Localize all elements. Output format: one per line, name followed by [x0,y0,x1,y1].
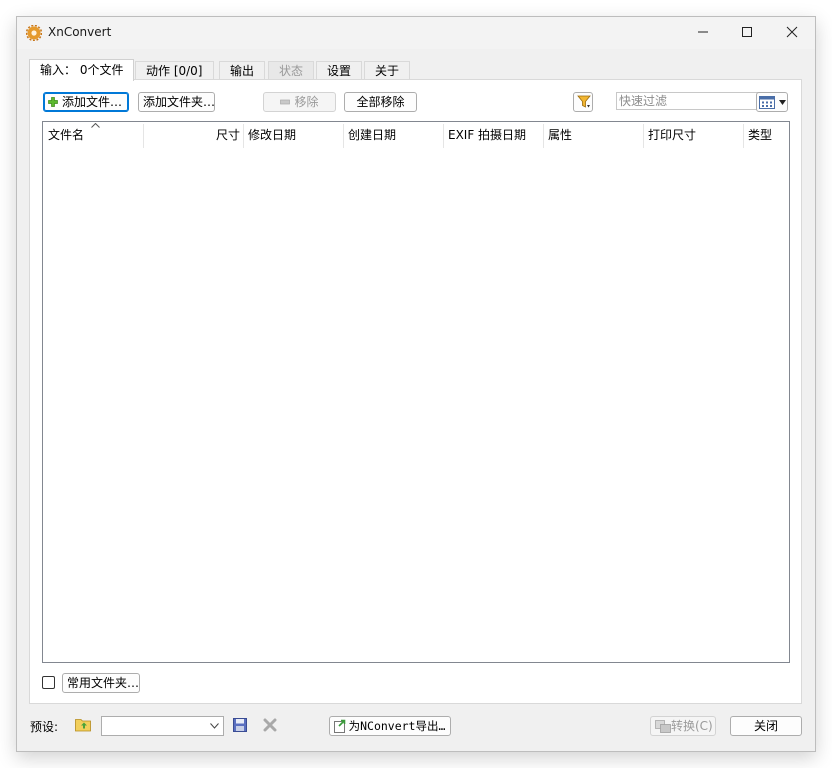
add-files-button[interactable]: 添加文件… [43,92,129,112]
column-header-size[interactable]: 尺寸 [143,122,240,148]
add-files-label: 添加文件… [61,95,122,109]
column-divider[interactable] [343,124,344,148]
column-divider[interactable] [443,124,444,148]
title-bar[interactable]: XnConvert [17,17,815,49]
floppy-disk-icon[interactable] [233,718,247,732]
close-label: 关闭 [753,719,778,733]
remove-all-label: 全部移除 [356,95,405,109]
minus-icon [280,99,290,105]
tab-status[interactable]: 状态 [268,61,315,80]
preset-label: 预设: [30,720,59,734]
convert-icon [655,720,671,733]
tab-actions[interactable]: 动作 [0/0] [135,61,214,80]
column-divider[interactable] [643,124,644,148]
export-icon [334,719,346,733]
column-header-exif-date[interactable]: EXIF 拍摄日期 [448,122,526,148]
green-plus-icon [48,97,58,107]
add-folder-label: 添加文件夹… [143,95,216,109]
preset-combobox[interactable] [101,716,224,736]
column-header-modified-date[interactable]: 修改日期 [248,122,296,148]
close-icon [786,26,798,38]
bottom-bar: 预设: 为NConvert导出… 转换(C) 关闭 [17,707,815,747]
chevron-down-icon [779,100,786,105]
xnconvert-window: XnConvert 输入： 0个文件 动作 [0/0] 输出 状态 设置 关于 … [16,16,816,752]
file-list[interactable]: 文件名 尺寸 修改日期 创建日期 EXIF 拍摄日期 属性 打印尺寸 类型 [42,121,790,663]
tab-settings[interactable]: 设置 [316,61,363,80]
minimize-icon [698,31,708,33]
favorite-folders-button[interactable]: 常用文件夹… [62,673,140,693]
funnel-icon [577,95,591,108]
add-folder-button[interactable]: 添加文件夹… [138,92,215,112]
column-divider[interactable] [743,124,744,148]
favorite-folders-checkbox[interactable] [42,676,55,689]
tab-input[interactable]: 输入： 0个文件 [29,59,135,81]
column-header-type[interactable]: 类型 [748,122,772,148]
close-window-button[interactable] [769,17,815,49]
remove-label: 移除 [294,95,319,109]
remove-button[interactable]: 移除 [263,92,336,112]
filter-button[interactable] [573,92,593,112]
favorite-folders-label: 常用文件夹… [67,676,140,690]
close-button[interactable]: 关闭 [730,716,802,736]
remove-all-button[interactable]: 全部移除 [344,92,417,112]
export-nconvert-button[interactable]: 为NConvert导出… [329,716,451,736]
convert-button[interactable]: 转换(C) [650,716,716,736]
minimize-button[interactable] [680,17,726,49]
chevron-down-icon [210,723,219,729]
x-delete-icon[interactable] [263,718,277,732]
maximize-icon [742,27,752,37]
column-header-attributes[interactable]: 属性 [548,122,572,148]
column-header-filename[interactable]: 文件名 [48,122,84,148]
folder-open-icon[interactable] [75,717,92,732]
tab-about[interactable]: 关于 [364,61,411,80]
xnconvert-gear-icon [26,25,42,41]
column-divider[interactable] [543,124,544,148]
column-divider[interactable] [243,124,244,148]
column-header-created-date[interactable]: 创建日期 [348,122,396,148]
convert-label: 转换(C) [671,719,713,733]
grid-view-icon [759,96,775,109]
window-title: XnConvert [48,25,112,39]
tab-output[interactable]: 输出 [219,61,266,80]
sort-ascending-icon [91,123,100,128]
view-mode-button[interactable] [756,92,788,112]
maximize-button[interactable] [724,17,770,49]
input-panel: 添加文件… 添加文件夹… 移除 全部移除 快速过滤 文件名 尺寸 修改日期 创建… [29,79,802,704]
quick-filter-input[interactable] [616,92,762,110]
export-nconvert-label: 为NConvert导出… [348,719,446,733]
column-header-print-size[interactable]: 打印尺寸 [648,122,696,148]
